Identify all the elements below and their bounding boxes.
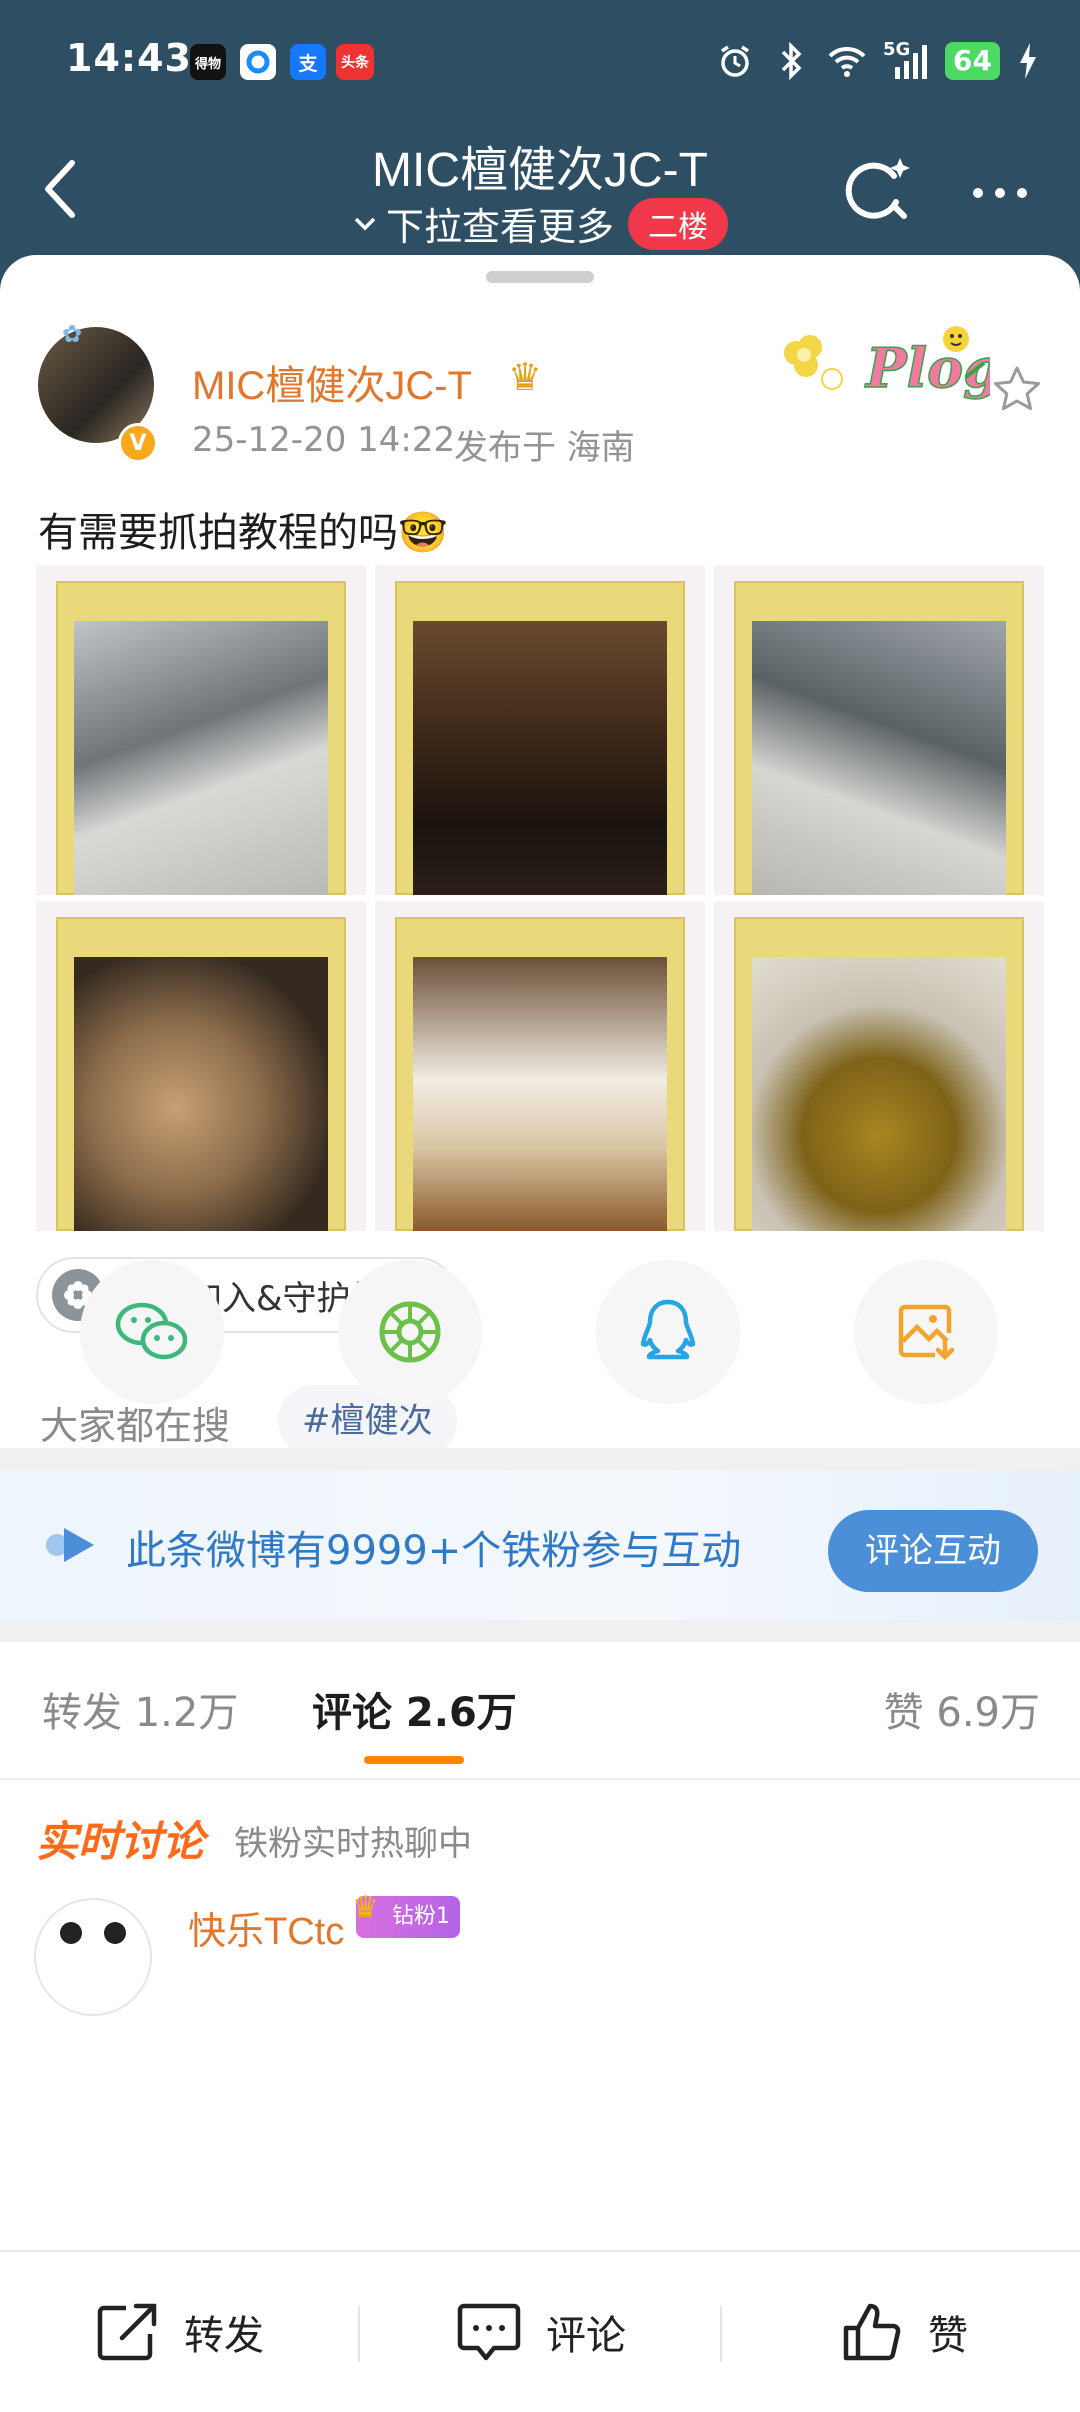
photo-thumbnail-4[interactable] [36, 901, 366, 1231]
crown-icon: ♛ [508, 355, 543, 399]
page-header: MIC檀健次JC-T 下拉查看更多 二楼 [0, 120, 1080, 270]
interaction-arrow-icon [46, 1528, 94, 1562]
post-date: 25-12-20 14:22 [192, 420, 456, 460]
commenter-name[interactable]: 快乐TCtc [188, 1900, 344, 1955]
post-text: 有需要抓拍教程的吗🤓 [38, 510, 448, 556]
tab-like[interactable]: 赞 6.9万 [884, 1680, 1040, 1738]
photo-thumbnail-5[interactable] [375, 901, 705, 1231]
tab-repost[interactable]: 转发 1.2万 [42, 1680, 238, 1738]
share-wechat-button[interactable] [80, 1260, 224, 1404]
repost-button[interactable]: 转发 [96, 2294, 264, 2370]
share-row [0, 1260, 1080, 1410]
share-moments-button[interactable] [338, 1260, 482, 1404]
save-image-icon [898, 1304, 955, 1361]
qq-icon [640, 1299, 696, 1360]
search-icon [845, 158, 910, 219]
wifi-icon [827, 41, 867, 81]
interaction-banner-text: 此条微博有9999+个铁粉参与互动 [126, 1528, 742, 1574]
network-type: 5G [883, 39, 911, 60]
author-name[interactable]: MIC檀健次JC-T [192, 353, 472, 411]
bluetooth-icon [771, 41, 811, 81]
page-title: MIC檀健次JC-T [372, 144, 708, 197]
photo-thumbnail-1[interactable] [36, 565, 366, 895]
comment-label: 评论 [546, 2313, 626, 2359]
charging-icon [1016, 41, 1040, 81]
like-label: 赞 [928, 2313, 968, 2359]
like-button[interactable]: 赞 [840, 2294, 968, 2370]
comment-icon [457, 2303, 521, 2361]
comment-interaction-button[interactable]: 评论互动 [828, 1510, 1038, 1592]
battery-level: 64 [945, 42, 1000, 80]
save-image-button[interactable] [854, 1260, 998, 1404]
photo-thumbnail-2[interactable] [375, 565, 705, 895]
drag-handle[interactable] [486, 271, 594, 283]
share-qq-button[interactable] [596, 1260, 740, 1404]
pull-down-more[interactable]: 下拉查看更多 二楼 [350, 196, 729, 251]
repost-icon [97, 2303, 157, 2361]
section-divider [0, 1620, 1080, 1642]
repost-label: 转发 [184, 2313, 264, 2359]
floor-badge[interactable]: 二楼 [628, 197, 729, 250]
verified-badge-icon: V [118, 423, 158, 463]
section-divider [0, 1448, 1080, 1470]
signal-icon: 5G [883, 39, 929, 81]
photo-thumbnail-3[interactable] [714, 565, 1044, 895]
favorite-star-button[interactable] [990, 363, 1044, 417]
feedback-tabs: 转发 1.2万 评论 2.6万 赞 6.9万 [0, 1642, 1080, 1780]
svg-text:Plog: Plog [864, 336, 990, 400]
status-time: 14:43 [66, 36, 192, 80]
toutiao-app-icon: 头条 [336, 44, 374, 80]
alarm-icon [715, 41, 755, 81]
wechat-icon [115, 1302, 188, 1360]
status-indicators: 5G 64 [715, 36, 1040, 86]
dewu-app-icon: 得物 [190, 44, 226, 80]
pull-down-label: 下拉查看更多 [386, 205, 615, 249]
tab-comment[interactable]: 评论 2.6万 [312, 1680, 517, 1738]
fan-interaction-banner[interactable]: 此条微博有9999+个铁粉参与互动 评论互动 [0, 1470, 1080, 1620]
live-discussion-title: 实时讨论 [36, 1817, 205, 1866]
crown-icon: ♛ [352, 1890, 379, 1925]
chevron-down-icon [354, 217, 376, 230]
divider [358, 2306, 360, 2362]
status-bar: 14:43 得物 支 头条 5G 64 [0, 0, 1080, 122]
alipay-app-icon: 支 [290, 44, 326, 80]
flower-icon [784, 335, 843, 390]
more-options-button[interactable] [960, 168, 1040, 218]
thumbs-up-icon [843, 2303, 901, 2361]
moments-icon [379, 1301, 441, 1363]
photo-grid [36, 565, 1044, 1233]
star-icon [994, 366, 1040, 411]
live-discussion-subtitle: 铁粉实时热聊中 [234, 1824, 472, 1864]
avatar-frame-decoration: ✿ [62, 320, 83, 348]
plog-sticker: Plog [784, 326, 990, 401]
divider [720, 2306, 722, 2362]
post-location: 发布于 海南 [454, 428, 635, 468]
bottom-action-bar: 转发 评论 赞 [0, 2250, 1080, 2412]
photo-thumbnail-6[interactable] [714, 901, 1044, 1231]
browser-app-icon [240, 44, 276, 80]
comment-button[interactable]: 评论 [456, 2294, 626, 2370]
search-button[interactable] [838, 150, 918, 230]
commenter-avatar[interactable] [34, 1898, 152, 2016]
active-tab-indicator [364, 1756, 464, 1764]
